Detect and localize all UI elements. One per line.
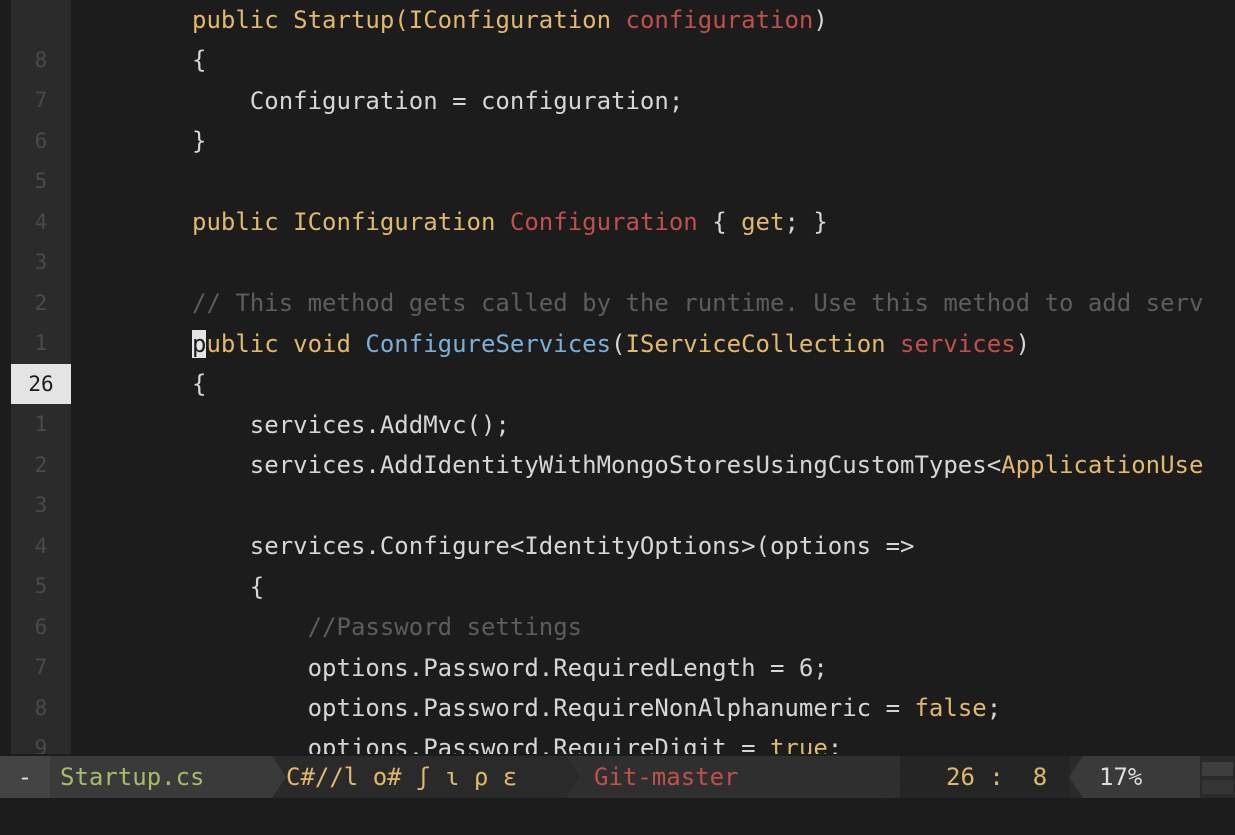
code-text: services.Configure<IdentityOptions>(opti…: [192, 532, 915, 560]
code-text: options.Password.RequireDigit = true;: [192, 734, 843, 754]
status-bar: Startup.cs - C#//l o# ʃ ɩ ρ ε Git-master…: [0, 756, 1235, 798]
status-mode: -: [0, 756, 50, 798]
code-comment: //Password settings: [192, 613, 583, 641]
code-line[interactable]: 4: [0, 486, 1235, 558]
code-line[interactable]: 1 {: [0, 364, 1235, 436]
code-text: services.AddIdentityWithMongoStoresUsing…: [192, 451, 1204, 479]
code-line[interactable]: 9 options.Password.RequireNonAlphanumeri…: [0, 688, 1235, 754]
code-text: Configuration = configuration;: [192, 87, 684, 115]
code-line[interactable]: 3 public IConfiguration Configuration { …: [0, 202, 1235, 274]
code-text: options.Password.RequiredLength = 6;: [192, 654, 828, 682]
code-line[interactable]: 6 {: [0, 567, 1235, 639]
code-line[interactable]: 8 public Startup(IConfiguration configur…: [0, 0, 1235, 72]
code-line-current[interactable]: 26 public void ConfigureServices(IServic…: [0, 324, 1235, 404]
code-text: }: [192, 127, 207, 155]
code-text: services.AddMvc();: [192, 411, 510, 439]
code-line[interactable]: 8 options.Password.RequiredLength = 6;: [0, 648, 1235, 720]
status-scroll-indicator[interactable]: [1200, 756, 1235, 798]
code-text: {: [192, 370, 207, 398]
status-scroll-percent: 17%: [1083, 756, 1200, 798]
text-cursor: p: [192, 330, 207, 358]
separator-arrow-left-icon: [1069, 756, 1083, 798]
code-line[interactable]: 7 {: [0, 40, 1235, 112]
status-git-branch[interactable]: Git-master: [566, 756, 906, 798]
code-line[interactable]: 2: [0, 243, 1235, 315]
code-text: options.Password.RequireNonAlphanumeric …: [192, 694, 1002, 722]
command-line[interactable]: [0, 798, 1235, 835]
code-line[interactable]: 4: [0, 162, 1235, 234]
code-editor[interactable]: 8 public Startup(IConfiguration configur…: [0, 0, 1235, 754]
separator-arrow-icon: [272, 756, 286, 798]
code-line[interactable]: 5 services.Configure<IdentityOptions>(op…: [0, 526, 1235, 598]
code-text: public Startup(IConfiguration configurat…: [192, 6, 828, 34]
status-cursor-position: 26 : 8: [900, 756, 1070, 798]
code-text: {: [192, 573, 265, 601]
status-filename[interactable]: Startup.cs: [40, 756, 272, 798]
separator-arrow-icon: [566, 756, 580, 798]
code-text: public void ConfigureServices(IServiceCo…: [192, 330, 1031, 358]
code-line[interactable]: 3 services.AddIdentityWithMongoStoresUsi…: [0, 445, 1235, 517]
code-comment: // This method gets called by the runtim…: [192, 289, 1204, 317]
scroll-thumb[interactable]: [1202, 762, 1233, 776]
code-line[interactable]: 10 options.Password.RequireDigit = true;: [0, 728, 1235, 754]
separator-arrow-icon: [886, 756, 900, 798]
code-text: public IConfiguration Configuration { ge…: [192, 208, 828, 236]
status-language[interactable]: C#//l o# ʃ ɩ ρ ε: [286, 756, 517, 798]
code-line[interactable]: 7 //Password settings: [0, 607, 1235, 679]
code-line[interactable]: 1 // This method gets called by the runt…: [0, 283, 1235, 355]
code-line[interactable]: 2 services.AddMvc();: [0, 405, 1235, 477]
code-line[interactable]: 5 }: [0, 121, 1235, 193]
scroll-track: [1202, 780, 1233, 794]
code-text: {: [192, 46, 207, 74]
code-line[interactable]: 6 Configuration = configuration;: [0, 81, 1235, 153]
